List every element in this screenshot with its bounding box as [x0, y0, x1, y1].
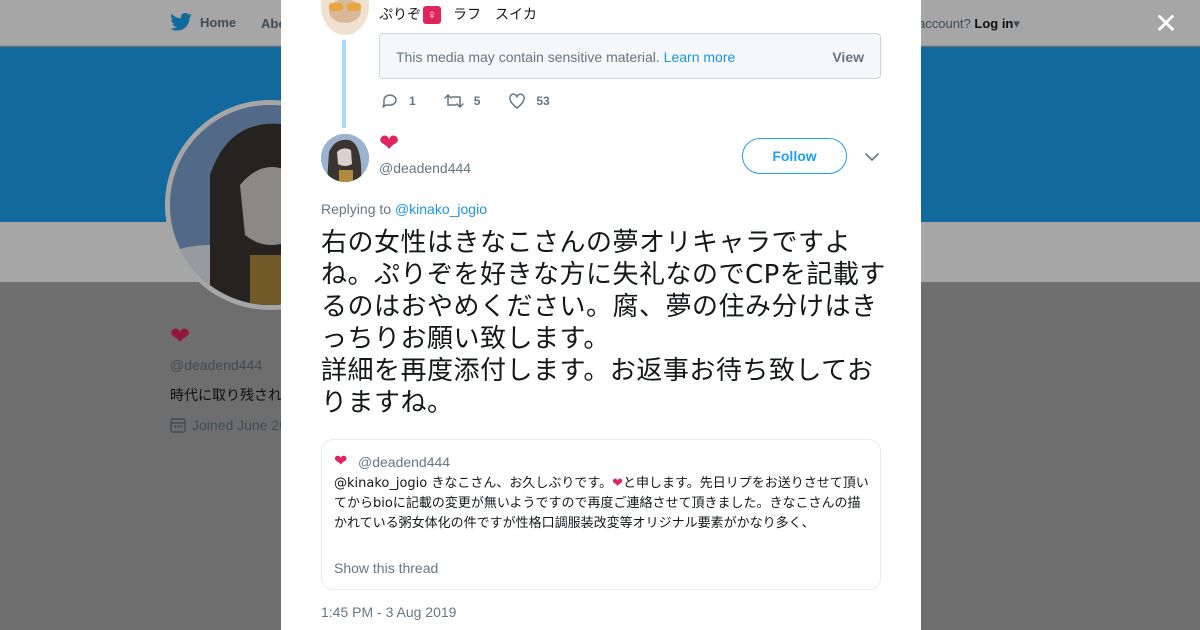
retweet-action[interactable]: 5 — [443, 92, 481, 110]
tweet-author-avatar[interactable] — [321, 134, 369, 182]
prev-tweet-avatar[interactable] — [321, 0, 369, 35]
tweet-modal: ぷりぞ ♀ ラフ スイカ This media may contain sensi… — [281, 0, 921, 630]
reply-action[interactable]: 1 — [381, 92, 416, 110]
replying-to-user-link[interactable]: @kinako_jogio — [395, 201, 487, 217]
replying-to: Replying to @kinako_jogio — [321, 201, 487, 217]
retweet-icon — [443, 94, 464, 108]
tweet-text: 右の女性はきなこさんの夢オリキャラですよね。ぷりぞを好きな方に失礼なのでCPを記… — [321, 227, 886, 419]
replying-to-label: Replying to — [321, 201, 392, 217]
quote-text-a: きなこさん、お久しぶりです。 — [431, 476, 613, 491]
quote-inline-heart-icon: ❤ — [612, 476, 623, 491]
female-sign-icon: ♀ — [423, 6, 441, 24]
chevron-down-icon[interactable] — [863, 148, 881, 166]
quote-mention: @kinako_jogio — [334, 476, 428, 491]
retweet-count: 5 — [473, 94, 481, 108]
like-action[interactable]: 53 — [508, 92, 550, 110]
learn-more-link[interactable]: Learn more — [664, 49, 736, 65]
tweet-timestamp[interactable]: 1:45 PM - 3 Aug 2019 — [321, 604, 456, 620]
close-icon[interactable]: ✕ — [1152, 10, 1180, 38]
prev-tweet-name-extra: ラフ スイカ — [453, 6, 537, 22]
quote-handle: @deadend444 — [358, 454, 451, 470]
sensitive-message: This media may contain sensitive materia… — [396, 49, 735, 65]
sensitive-media-notice: This media may contain sensitive materia… — [379, 33, 881, 79]
quote-text: @kinako_jogio きなこさん、お久しぶりです。❤と申します。先日リプを… — [334, 474, 869, 534]
prev-tweet-name: ぷりぞ ♀ ラフ スイカ — [379, 4, 537, 24]
quote-heart-icon: ❤ — [334, 453, 348, 470]
reply-icon — [382, 94, 397, 108]
follow-button[interactable]: Follow — [742, 138, 847, 174]
sensitive-text: This media may contain sensitive materia… — [396, 49, 660, 65]
tweet-text-tail: ね。 — [400, 388, 454, 418]
quoted-tweet[interactable]: ❤ @deadend444 @kinako_jogio きなこさん、お久しぶりで… — [321, 439, 881, 590]
reply-count: 1 — [409, 94, 416, 108]
show-thread-link[interactable]: Show this thread — [334, 560, 438, 576]
author-handle[interactable]: @deadend444 — [379, 160, 471, 176]
prev-tweet-actions: 1 5 53 — [381, 92, 550, 110]
heart-outline-icon — [509, 93, 526, 109]
prev-tweet-name-text: ぷりぞ — [379, 6, 421, 22]
like-count: 53 — [536, 94, 550, 108]
thread-connector — [342, 40, 346, 128]
view-media-button[interactable]: View — [832, 49, 864, 65]
author-name-heart-icon: ❤ — [379, 130, 400, 157]
